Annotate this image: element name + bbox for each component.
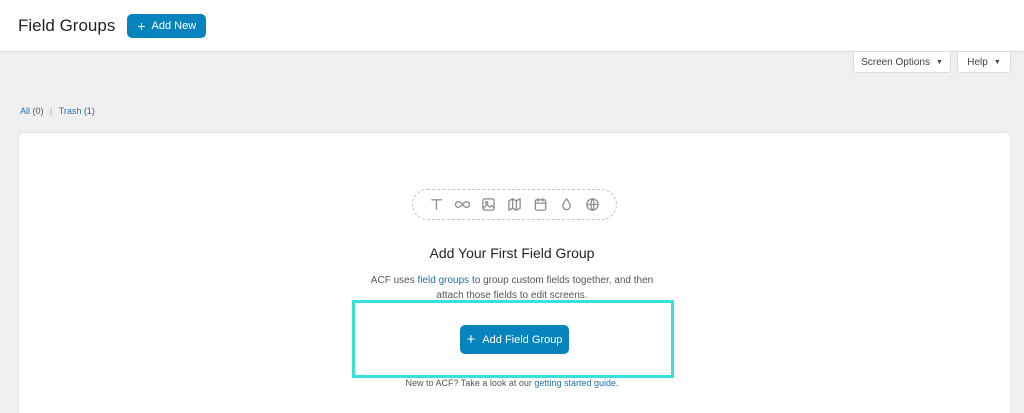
plus-icon: +: [137, 17, 146, 34]
desc-after: to group custom fields together, and the…: [436, 275, 654, 301]
help-button[interactable]: Help ▼: [957, 52, 1011, 73]
view-all-link[interactable]: All: [20, 106, 30, 116]
add-new-button[interactable]: + Add New: [127, 13, 207, 38]
caret-down-icon: ▼: [993, 58, 1001, 66]
help-label: Help: [967, 56, 988, 68]
screen-options-label: Screen Options: [861, 56, 930, 68]
plus-icon: +: [466, 331, 476, 348]
image-icon: [479, 195, 498, 214]
empty-state-title: Add Your First Field Group: [429, 245, 595, 261]
add-field-group-button[interactable]: + Add Field Group: [460, 325, 569, 354]
getting-started-note: New to ACF? Take a look at our getting s…: [0, 378, 1024, 388]
view-filters: All (0) | Trash (1): [20, 106, 95, 116]
getting-started-link[interactable]: getting started guide.: [534, 378, 618, 388]
desc-before: ACF uses: [370, 275, 415, 286]
separator: |: [50, 106, 53, 116]
caret-down-icon: ▼: [936, 58, 943, 66]
droplet-icon: [557, 195, 576, 214]
screen-options-button[interactable]: Screen Options ▼: [853, 52, 951, 73]
add-field-group-label: Add Field Group: [482, 333, 563, 346]
view-trash-count: (1): [83, 106, 95, 116]
calendar-icon: [531, 195, 550, 214]
empty-state-description: ACF uses field groups to group custom fi…: [362, 273, 662, 303]
top-header: Field Groups + Add New: [0, 0, 1024, 52]
footer-before: New to ACF? Take a look at our: [405, 378, 532, 388]
infinity-icon: [453, 195, 472, 214]
view-trash-link[interactable]: Trash: [59, 106, 82, 116]
map-icon: [505, 195, 524, 214]
text-icon: [427, 195, 446, 214]
view-all-count: (0): [32, 106, 44, 116]
page-title: Field Groups: [18, 15, 116, 35]
globe-icon: [583, 195, 602, 214]
field-groups-link[interactable]: field groups: [417, 275, 469, 286]
field-type-icons: [412, 189, 617, 220]
add-new-label: Add New: [151, 19, 197, 32]
